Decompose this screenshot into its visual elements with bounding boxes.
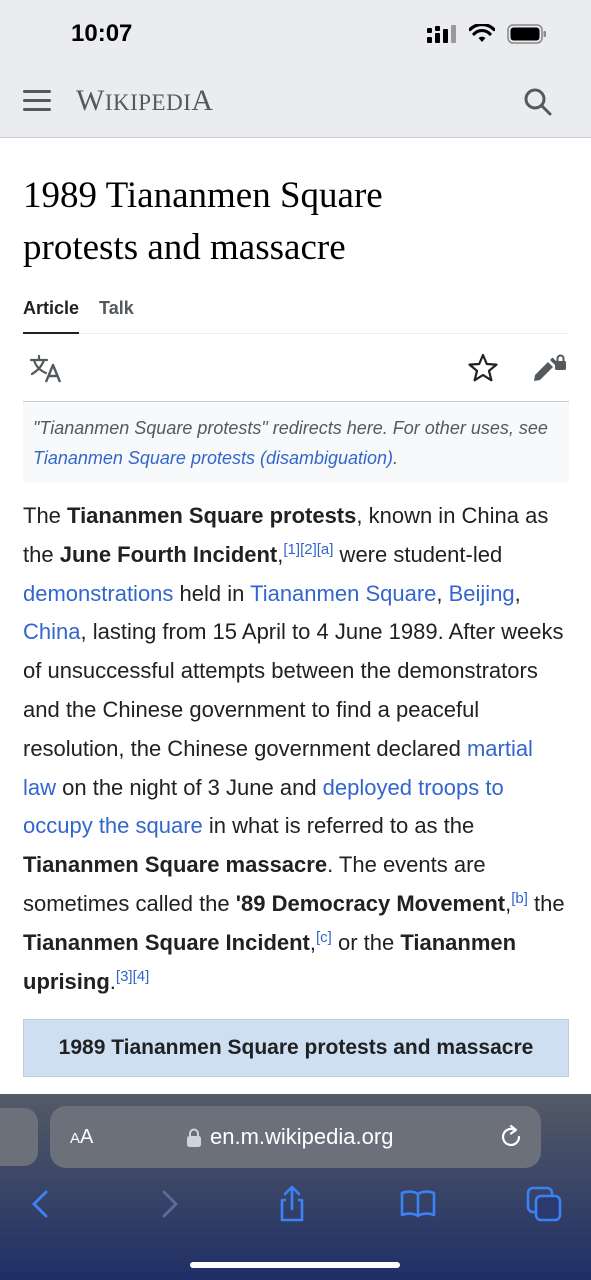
reference-link[interactable]: [c] xyxy=(316,929,332,946)
hamburger-icon-bar xyxy=(23,108,51,111)
reader-settings-button[interactable]: AA xyxy=(70,1126,93,1149)
bookmarks-icon[interactable] xyxy=(398,1184,438,1224)
link-demonstrations[interactable]: demonstrations xyxy=(23,581,173,606)
status-bar: 10:07 xyxy=(0,0,591,66)
lead-text: held in xyxy=(173,580,251,606)
link-china[interactable]: China xyxy=(23,619,80,644)
lead-text: , xyxy=(514,580,521,606)
hatnote-text: "Tiananmen Square protests" redirects he… xyxy=(33,418,548,438)
lead-bold: June Fourth Incident xyxy=(59,541,278,567)
hatnote-link[interactable]: Tiananmen Square protests (disambiguatio… xyxy=(33,448,393,468)
page-actions-bar xyxy=(23,334,569,402)
lead-text: the xyxy=(527,890,565,916)
main-menu-button[interactable] xyxy=(23,90,51,114)
watch-star-icon[interactable] xyxy=(467,352,499,384)
search-icon[interactable] xyxy=(522,86,554,118)
back-chevron-icon[interactable] xyxy=(22,1184,62,1224)
wifi-icon xyxy=(469,24,495,42)
tab-talk[interactable]: Talk xyxy=(99,296,134,333)
page-title-line1: 1989 Tiananmen Square xyxy=(23,175,383,216)
lead-bold: '89 Democracy Movement xyxy=(235,890,506,916)
page-title: 1989 Tiananmen Square protests and massa… xyxy=(23,170,569,274)
tab-article[interactable]: Article xyxy=(23,296,80,334)
lead-text: The xyxy=(23,503,68,528)
reload-icon[interactable] xyxy=(498,1124,524,1150)
language-icon[interactable] xyxy=(29,354,63,384)
infobox-title: 1989 Tiananmen Square protests and massa… xyxy=(58,1036,534,1059)
hamburger-icon-bar xyxy=(23,90,51,93)
wikipedia-wordmark[interactable]: WIKIPEDIA xyxy=(76,84,214,118)
address-bar[interactable]: AA en.m.wikipedia.org xyxy=(50,1106,541,1168)
infobox: 1989 Tiananmen Square protests and massa… xyxy=(23,1019,569,1077)
previous-tab-preview[interactable] xyxy=(0,1108,38,1166)
cellular-signal-icon xyxy=(427,25,456,43)
aa-small: A xyxy=(70,1130,81,1147)
url-text: en.m.wikipedia.org xyxy=(210,1124,394,1149)
reference-link[interactable]: [b] xyxy=(511,890,528,907)
status-time: 10:07 xyxy=(71,20,133,47)
tabs-icon[interactable] xyxy=(524,1184,564,1224)
lead-bold: Tiananmen Square massacre xyxy=(23,852,328,878)
page-tabs: Article Talk xyxy=(23,296,569,334)
reference-link[interactable]: [1][2][a] xyxy=(283,541,333,558)
article-content: 1989 Tiananmen Square protests and massa… xyxy=(23,138,569,1077)
link-beijing[interactable]: Beijing xyxy=(449,581,515,606)
browser-bottom-bar: AA en.m.wikipedia.org xyxy=(0,1094,591,1280)
page-title-line2: protests and massacre xyxy=(23,227,346,268)
browser-toolbar xyxy=(0,1180,591,1228)
hamburger-icon-bar xyxy=(23,99,51,102)
forward-chevron-icon[interactable] xyxy=(148,1184,188,1224)
lead-text: in what is referred to as the xyxy=(202,813,475,839)
lead-bold: Tiananmen Square protests xyxy=(67,503,357,528)
battery-icon xyxy=(507,24,546,44)
lead-text: were student-led xyxy=(333,541,503,567)
lock-icon xyxy=(187,1128,201,1147)
lead-paragraph: The Tiananmen Square protests, known in … xyxy=(23,497,569,1001)
share-icon[interactable] xyxy=(272,1184,312,1224)
lead-text: or the xyxy=(331,929,401,955)
hatnote-end: . xyxy=(393,448,399,468)
lead-text: , xyxy=(436,580,449,606)
link-tiananmen-square[interactable]: Tiananmen Square xyxy=(250,581,436,606)
edit-locked-icon[interactable] xyxy=(531,352,567,384)
aa-big: A xyxy=(80,1126,94,1148)
lead-text: on the night of 3 June and xyxy=(56,774,323,800)
home-indicator[interactable] xyxy=(190,1262,400,1268)
status-icons xyxy=(427,24,547,44)
wikipedia-header: WIKIPEDIA xyxy=(0,66,591,138)
hatnote: "Tiananmen Square protests" redirects he… xyxy=(23,403,569,483)
lead-bold: Tiananmen Square Incident xyxy=(23,929,310,955)
reference-link[interactable]: [3][4] xyxy=(116,968,149,985)
